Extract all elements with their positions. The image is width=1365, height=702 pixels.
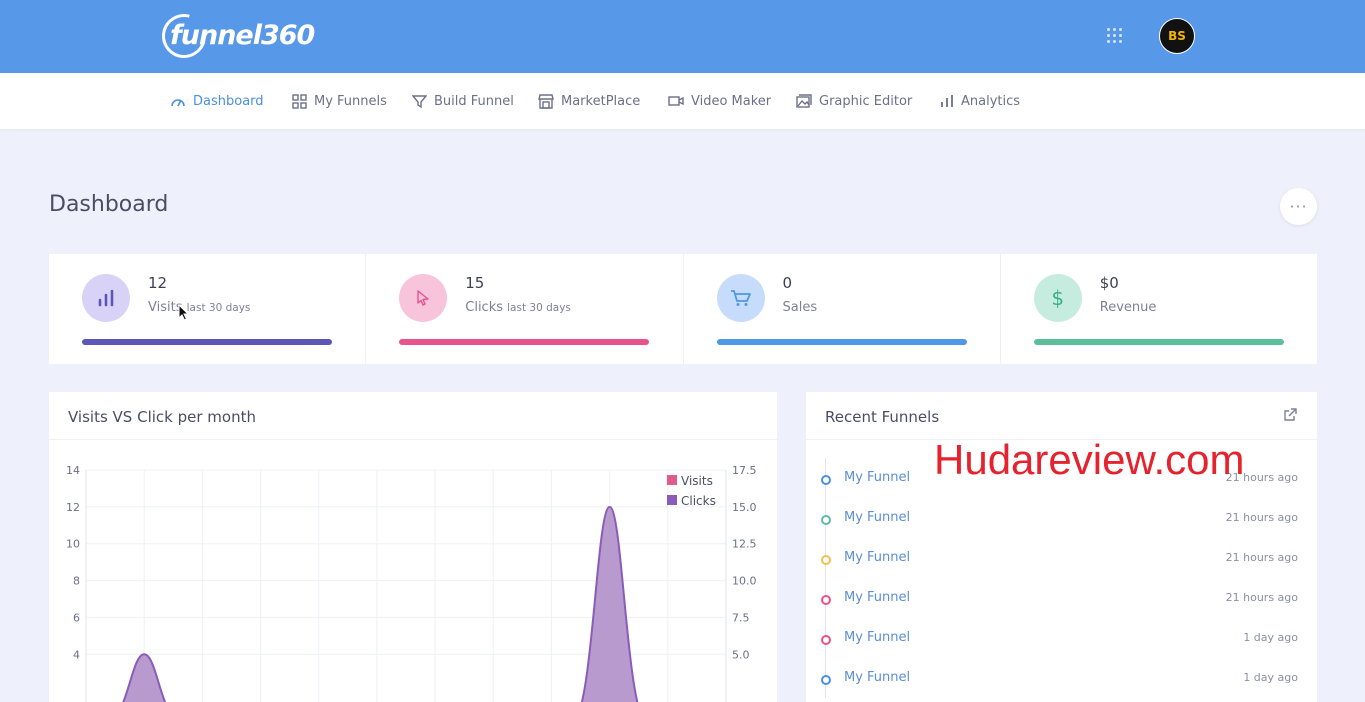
recent-funnel-name[interactable]: My Funnel bbox=[844, 550, 910, 565]
recent-funnel-item[interactable]: My Funnel 21 hours ago bbox=[806, 510, 1317, 530]
store-icon bbox=[538, 93, 554, 109]
legend-swatch bbox=[667, 495, 677, 505]
timeline-dot-icon bbox=[821, 675, 831, 685]
recent-funnel-time: 21 hours ago bbox=[1225, 591, 1298, 604]
recent-funnel-item[interactable]: My Funnel 1 day ago bbox=[806, 670, 1317, 690]
timeline-dot-icon bbox=[821, 555, 831, 565]
cursor-icon bbox=[399, 274, 448, 322]
nav-analytics-label: Analytics bbox=[961, 93, 1021, 109]
y-right-tick-label: 10.0 bbox=[732, 575, 757, 588]
timeline-dot-icon bbox=[821, 595, 831, 605]
recent-funnel-name[interactable]: My Funnel bbox=[844, 470, 910, 485]
stats-row: 12 Visits last 30 days 15 Clicks last 30… bbox=[49, 254, 1317, 364]
grid-icon bbox=[292, 93, 307, 109]
legend-label: Clicks bbox=[681, 494, 716, 508]
video-icon bbox=[668, 96, 684, 106]
y-right-tick-label: 17.5 bbox=[732, 464, 757, 477]
recent-funnel-item[interactable]: My Funnel 1 day ago bbox=[806, 630, 1317, 650]
stat-value: 15 bbox=[465, 274, 485, 292]
bar-chart-icon bbox=[941, 95, 953, 107]
more-options-button[interactable]: ··· bbox=[1280, 188, 1317, 225]
nav-my-funnels-label: My Funnels bbox=[314, 93, 387, 109]
recent-funnels-title: Recent Funnels bbox=[825, 408, 940, 426]
y-left-tick-label: 10 bbox=[66, 538, 80, 551]
y-right-tick-label: 12.5 bbox=[732, 538, 757, 551]
recent-funnel-time: 1 day ago bbox=[1243, 631, 1298, 644]
top-bar: funnel360 BS bbox=[0, 0, 1365, 73]
visits-clicks-chart: 14 17.5 12 15.0 10 12.5 8 10.0 6 7.5 4 5.0 Visits Cli… bbox=[66, 464, 757, 702]
stat-label: Revenue bbox=[1099, 300, 1157, 315]
nav-marketplace-label: MarketPlace bbox=[561, 93, 641, 109]
y-left-tick-label: 4 bbox=[73, 648, 80, 661]
stat-label: Clicks last 30 days bbox=[465, 300, 571, 315]
nav-graphic-editor[interactable]: Graphic Editor bbox=[796, 73, 912, 129]
nav-video-maker-label: Video Maker bbox=[691, 93, 772, 109]
y-right-tick-label: 5.0 bbox=[732, 648, 750, 661]
image-icon bbox=[796, 94, 812, 108]
legend-label: Visits bbox=[681, 474, 713, 488]
nav-marketplace[interactable]: MarketPlace bbox=[538, 73, 640, 129]
stat-value: 12 bbox=[148, 274, 168, 292]
chart-card: Visits VS Click per month 14 17.5 12 15.0 10… bbox=[49, 392, 777, 702]
y-left-tick-label: 6 bbox=[73, 611, 80, 624]
recent-funnel-name[interactable]: My Funnel bbox=[844, 510, 910, 525]
cart-icon bbox=[716, 274, 765, 322]
stat-clicks: 15 Clicks last 30 days bbox=[366, 254, 684, 364]
nav-dashboard[interactable]: Dashboard bbox=[170, 73, 264, 129]
nav-analytics[interactable]: Analytics bbox=[940, 73, 1020, 129]
stat-progress-bar bbox=[82, 339, 332, 345]
mouse-cursor-icon bbox=[178, 304, 190, 321]
nav-my-funnels[interactable]: My Funnels bbox=[292, 73, 387, 129]
recent-funnel-item[interactable]: My Funnel 21 hours ago bbox=[806, 590, 1317, 610]
legend-swatch bbox=[667, 475, 677, 485]
y-right-tick-label: 7.5 bbox=[732, 611, 750, 624]
stat-value: $0 bbox=[1099, 274, 1119, 292]
stat-value: 0 bbox=[782, 274, 793, 292]
watermark: Hudareview.com bbox=[934, 436, 1245, 483]
recent-funnel-name[interactable]: My Funnel bbox=[844, 670, 910, 685]
external-link-icon[interactable] bbox=[1283, 407, 1298, 422]
timeline-dot-icon bbox=[821, 515, 831, 525]
nav-build-funnel-label: Build Funnel bbox=[434, 93, 514, 109]
recent-funnel-name[interactable]: My Funnel bbox=[844, 630, 910, 645]
stat-label: Visits last 30 days bbox=[148, 300, 251, 315]
nav-dashboard-label: Dashboard bbox=[193, 93, 264, 109]
nav-build-funnel[interactable]: Build Funnel bbox=[412, 73, 514, 129]
main-nav: Dashboard My Funnels Build Funnel Market… bbox=[0, 73, 1365, 129]
timeline-dot-icon bbox=[821, 635, 831, 645]
recent-funnel-time: 21 hours ago bbox=[1225, 511, 1298, 524]
funnel360-logo[interactable]: funnel360 bbox=[153, 5, 315, 67]
recent-funnel-time: 21 hours ago bbox=[1225, 551, 1298, 564]
stat-progress-bar bbox=[1033, 339, 1284, 345]
stat-progress-bar bbox=[399, 339, 650, 345]
timeline-line bbox=[825, 458, 826, 698]
stat-progress-bar bbox=[716, 339, 967, 345]
y-left-tick-label: 12 bbox=[66, 501, 80, 514]
y-left-tick-label: 8 bbox=[73, 575, 80, 588]
y-left-tick-label: 14 bbox=[66, 464, 80, 477]
recent-funnel-name[interactable]: My Funnel bbox=[844, 590, 910, 605]
stat-revenue: $ $0 Revenue bbox=[1001, 254, 1317, 364]
stat-label: Sales bbox=[782, 300, 818, 315]
apps-grid-icon[interactable] bbox=[1107, 28, 1123, 44]
user-avatar[interactable]: BS bbox=[1159, 18, 1195, 54]
funnel-icon bbox=[412, 94, 427, 108]
recent-funnel-time: 1 day ago bbox=[1243, 671, 1298, 684]
stat-sales: 0 Sales bbox=[684, 254, 1001, 364]
recent-funnel-item[interactable]: My Funnel 21 hours ago bbox=[806, 550, 1317, 570]
dollar-icon: $ bbox=[1033, 274, 1082, 322]
timeline-dot-icon bbox=[821, 475, 831, 485]
stat-visits: 12 Visits last 30 days bbox=[49, 254, 367, 364]
bar-chart-icon bbox=[82, 274, 130, 322]
y-right-tick-label: 15.0 bbox=[732, 501, 757, 514]
clicks-area bbox=[580, 505, 639, 702]
nav-video-maker[interactable]: Video Maker bbox=[668, 73, 771, 129]
gauge-icon bbox=[171, 99, 185, 107]
nav-graphic-editor-label: Graphic Editor bbox=[819, 93, 913, 109]
page-title: Dashboard bbox=[49, 192, 169, 217]
